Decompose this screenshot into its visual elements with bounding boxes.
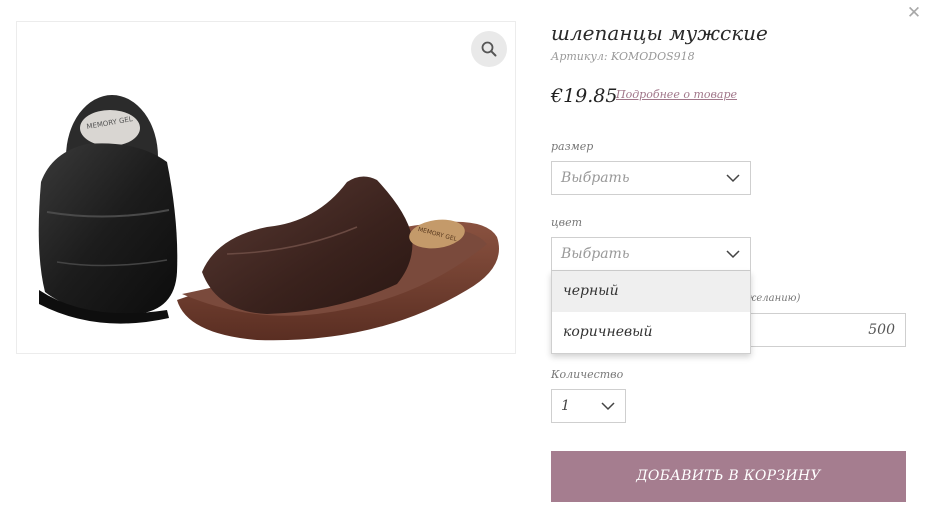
add-to-cart-button[interactable]: ДОБАВИТЬ В КОРЗИНУ <box>551 451 906 502</box>
product-image-frame: MEMORY GEL MEMORY GEL <box>16 21 516 354</box>
details-link[interactable]: Подробнее о товаре <box>616 88 737 101</box>
chevron-down-icon <box>726 250 740 259</box>
chevron-down-icon <box>726 174 740 183</box>
product-sku: Артикул: KOMODOS918 <box>551 50 695 63</box>
close-icon: ✕ <box>906 3 922 23</box>
color-label: цвет <box>551 216 583 229</box>
color-dropdown-menu: черный коричневый <box>551 271 751 354</box>
zoom-button[interactable] <box>471 31 507 67</box>
amount-field[interactable] <box>735 313 906 347</box>
size-label: размер <box>551 140 594 153</box>
product-price: €19.85 <box>551 85 618 107</box>
product-title: шлепанцы мужские <box>551 21 768 45</box>
magnifier-icon <box>481 41 497 57</box>
close-button[interactable]: ✕ <box>905 4 923 22</box>
quantity-select[interactable]: 1 <box>551 389 626 423</box>
color-option-black[interactable]: черный <box>552 271 750 312</box>
size-select[interactable]: Выбрать <box>551 161 751 195</box>
amount-label: желанию) <box>745 293 801 304</box>
color-select[interactable]: Выбрать <box>551 237 751 271</box>
amount-input[interactable] <box>736 314 905 346</box>
color-option-brown[interactable]: коричневый <box>552 312 750 353</box>
size-select-value: Выбрать <box>561 170 630 186</box>
quantity-label: Количество <box>551 368 624 381</box>
color-select-value: Выбрать <box>561 246 630 262</box>
quantity-select-value: 1 <box>561 398 570 414</box>
product-image: MEMORY GEL MEMORY GEL <box>38 95 499 341</box>
chevron-down-icon <box>601 402 615 411</box>
